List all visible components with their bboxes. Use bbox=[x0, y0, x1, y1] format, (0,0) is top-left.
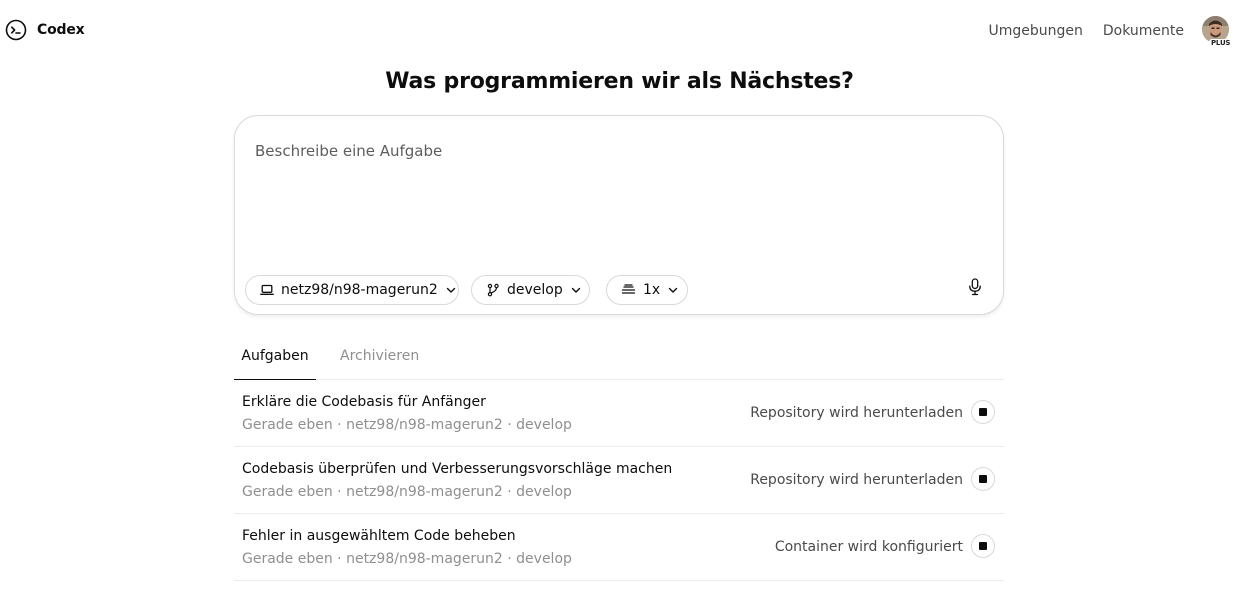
stack-icon bbox=[621, 284, 636, 294]
stop-task-button[interactable] bbox=[971, 534, 995, 558]
task-row[interactable]: Fehler in ausgewähltem Code beheben Gera… bbox=[234, 514, 1004, 581]
task-meta: Gerade eben · netz98/n98-magerun2 · deve… bbox=[242, 551, 572, 567]
task-title: Codebasis überprüfen und Verbesserungsvo… bbox=[242, 461, 673, 477]
git-branch-icon bbox=[487, 283, 499, 297]
terminal-circle-icon bbox=[5, 19, 27, 41]
attempts-selector-label: 1x bbox=[643, 282, 661, 298]
task-meta: Gerade eben · netz98/n98-magerun2 · deve… bbox=[242, 484, 572, 500]
task-status: Repository wird herunterladen bbox=[750, 472, 963, 488]
stop-task-button[interactable] bbox=[971, 400, 995, 424]
branch-selector[interactable]: develop bbox=[471, 275, 590, 305]
microphone-button[interactable] bbox=[965, 276, 985, 298]
logo-text: Codex bbox=[37, 22, 85, 38]
task-row[interactable]: Erkläre die Codebasis für Anfänger Gerad… bbox=[234, 380, 1004, 447]
stop-task-button[interactable] bbox=[971, 467, 995, 491]
repo-selector[interactable]: netz98/n98-magerun2 bbox=[245, 275, 459, 305]
task-status: Repository wird herunterladen bbox=[750, 405, 963, 421]
tab-tasks[interactable]: Aufgaben bbox=[234, 340, 316, 380]
laptop-icon bbox=[260, 284, 274, 295]
stop-icon bbox=[979, 542, 987, 550]
nav-docs-link[interactable]: Dokumente bbox=[1103, 23, 1184, 39]
branch-selector-label: develop bbox=[507, 282, 563, 298]
chevron-down-icon bbox=[669, 287, 678, 293]
chevron-down-icon bbox=[571, 287, 580, 293]
task-row[interactable]: Codebasis überprüfen und Verbesserungsvo… bbox=[234, 447, 1004, 514]
user-avatar-button[interactable]: PLUS bbox=[1202, 15, 1233, 48]
top-nav: Umgebungen Dokumente PLUS bbox=[988, 15, 1233, 48]
chevron-down-icon bbox=[446, 287, 455, 293]
task-status: Container wird konfiguriert bbox=[774, 539, 963, 555]
task-list: Erkläre die Codebasis für Anfänger Gerad… bbox=[234, 380, 1004, 581]
task-title: Erkläre die Codebasis für Anfänger bbox=[242, 394, 486, 410]
stop-icon bbox=[979, 408, 987, 416]
task-title: Fehler in ausgewähltem Code beheben bbox=[242, 528, 516, 544]
task-description-input[interactable] bbox=[255, 136, 975, 166]
attempts-selector[interactable]: 1x bbox=[606, 275, 688, 305]
microphone-icon bbox=[969, 278, 981, 296]
page-title: Was programmieren wir als Nächstes? bbox=[385, 69, 854, 94]
task-tabs: Aufgaben Archivieren bbox=[234, 340, 1004, 380]
plus-badge: PLUS bbox=[1209, 39, 1233, 48]
task-meta: Gerade eben · netz98/n98-magerun2 · deve… bbox=[242, 417, 572, 433]
repo-selector-label: netz98/n98-magerun2 bbox=[281, 282, 438, 298]
task-composer: netz98/n98-magerun2 develop 1x bbox=[234, 115, 1004, 315]
tab-archive[interactable]: Archivieren bbox=[340, 340, 419, 380]
nav-environments-link[interactable]: Umgebungen bbox=[988, 23, 1082, 39]
stop-icon bbox=[979, 475, 987, 483]
codex-logo[interactable]: Codex bbox=[5, 19, 85, 41]
